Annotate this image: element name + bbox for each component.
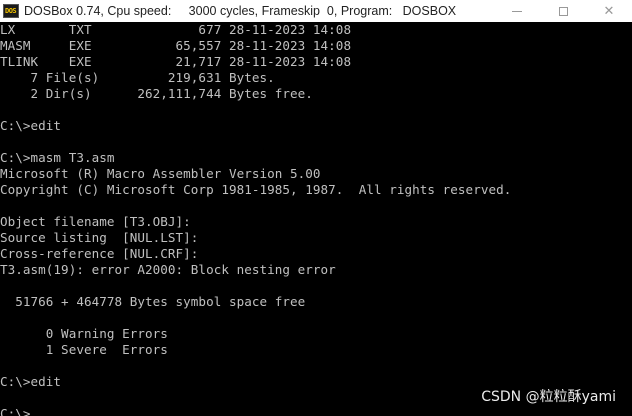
console-prompt-line: C:\> bbox=[0, 406, 31, 416]
console-line: MASM EXE 65,557 28-11-2023 14:08 bbox=[0, 38, 352, 53]
title-bar: DOS DOSBox 0.74, Cpu speed: 3000 cycles,… bbox=[0, 0, 632, 22]
console-line: Cross-reference [NUL.CRF]: bbox=[0, 246, 199, 261]
window-title: DOSBox 0.74, Cpu speed: 3000 cycles, Fra… bbox=[24, 4, 457, 18]
console-line: 1 Severe Errors bbox=[0, 342, 168, 357]
console-line: C:\>masm T3.asm bbox=[0, 150, 115, 165]
minimize-icon bbox=[512, 10, 522, 12]
close-icon: ✕ bbox=[603, 3, 615, 19]
close-button[interactable]: ✕ bbox=[586, 0, 632, 22]
console-line: C:\>edit bbox=[0, 374, 62, 389]
console-line: C:\>edit bbox=[0, 118, 62, 133]
console-line: 7 File(s) 219,631 Bytes. bbox=[0, 70, 275, 85]
dos-console[interactable]: LX TXT 677 28-11-2023 14:08 MASM EXE 65,… bbox=[0, 22, 632, 416]
console-line: Object filename [T3.OBJ]: bbox=[0, 214, 191, 229]
minimize-button[interactable] bbox=[494, 0, 540, 22]
window-controls: ✕ bbox=[494, 0, 632, 22]
dosbox-icon[interactable]: DOS bbox=[3, 4, 19, 18]
console-line: 0 Warning Errors bbox=[0, 326, 168, 341]
console-line: 2 Dir(s) 262,111,744 Bytes free. bbox=[0, 86, 313, 101]
console-line: Source listing [NUL.LST]: bbox=[0, 230, 199, 245]
dosbox-icon-label: DOS bbox=[5, 7, 17, 15]
maximize-icon bbox=[558, 6, 568, 16]
console-line: LX TXT 677 28-11-2023 14:08 bbox=[0, 22, 352, 37]
console-line: Microsoft (R) Macro Assembler Version 5.… bbox=[0, 166, 321, 181]
console-line: T3.asm(19): error A2000: Block nesting e… bbox=[0, 262, 336, 277]
maximize-button[interactable] bbox=[540, 0, 586, 22]
console-line: Copyright (C) Microsoft Corp 1981-1985, … bbox=[0, 182, 512, 197]
watermark: CSDN @粒粒酥yami bbox=[481, 389, 616, 405]
console-line: 51766 + 464778 Bytes symbol space free bbox=[0, 294, 306, 309]
console-line: TLINK EXE 21,717 28-11-2023 14:08 bbox=[0, 54, 352, 69]
